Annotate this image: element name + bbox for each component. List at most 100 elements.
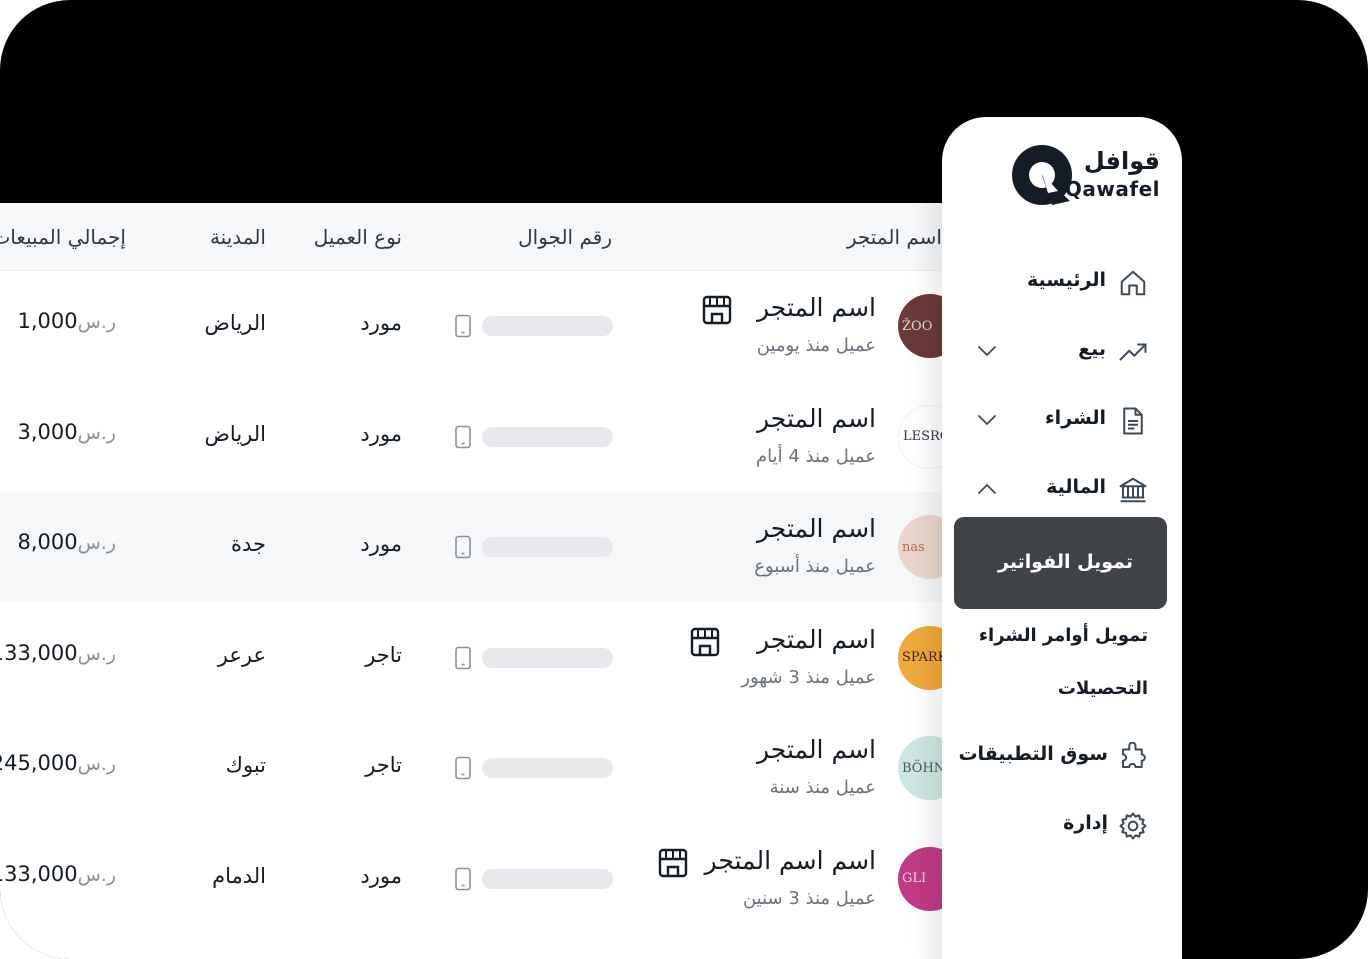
- phone-icon: [455, 314, 471, 338]
- store-logo-text: nas: [902, 539, 925, 555]
- trending-up-icon: [1119, 343, 1147, 361]
- city: جدة: [230, 532, 266, 556]
- currency-label: ر.س: [77, 311, 116, 333]
- device-frame: اسم المتجر رقم الجوال نوع العميل المدينة…: [0, 0, 1368, 959]
- currency-label: ر.س: [77, 863, 116, 886]
- sidebar-item-label: المالية: [1046, 476, 1106, 498]
- chevron-down-icon[interactable]: [976, 342, 998, 360]
- customer-type: مورد: [360, 532, 402, 556]
- phone-icon: [455, 646, 471, 669]
- total-sales-value: 3,000: [17, 419, 78, 444]
- city: الرياض: [204, 311, 266, 335]
- header-total-sales[interactable]: إجمالي المبيعات: [0, 225, 126, 249]
- store-name[interactable]: اسم المتجر: [757, 514, 876, 543]
- customer-type: تاجر: [365, 753, 402, 777]
- table-header: اسم المتجر رقم الجوال نوع العميل المدينة…: [0, 203, 960, 271]
- sidebar-item-app-market[interactable]: سوق التطبيقات: [942, 734, 1182, 778]
- submenu-po-financing[interactable]: تمويل أوامر الشراء: [979, 625, 1148, 646]
- header-phone[interactable]: رقم الجوال: [518, 225, 612, 249]
- store-name[interactable]: اسم المتجر: [757, 625, 876, 654]
- total-sales-value: 8,000: [17, 530, 78, 554]
- customer-since: عميل منذ 4 أيام: [755, 445, 876, 467]
- sidebar-item-label: الشراء: [1044, 407, 1106, 429]
- phone-number-placeholder: [482, 537, 613, 557]
- table-row[interactable]: nas اسم المتجر عميل منذ أسبوع مورد جدة ر…: [0, 492, 960, 602]
- shop-icon: [690, 627, 720, 656]
- sidebar-item-sell[interactable]: بيع: [942, 329, 1182, 373]
- city: الدمام: [212, 863, 266, 888]
- sidebar-item-finance[interactable]: المالية: [942, 467, 1182, 511]
- table-row[interactable]: ŽOO اسم المتجر عميل منذ يومين مورد الريا…: [0, 271, 960, 381]
- store-name[interactable]: اسم اسم المتجر: [705, 846, 876, 875]
- chevron-up-icon[interactable]: [976, 480, 998, 498]
- phone-icon: [455, 425, 471, 448]
- total-sales: ر.س1,000: [17, 309, 126, 333]
- table-row[interactable]: SPARKL اسم المتجر عميل منذ 3 شهور تاجر ع…: [0, 603, 960, 713]
- customer-since: عميل منذ 3 سنين: [742, 887, 876, 909]
- store-name[interactable]: اسم المتجر: [757, 735, 876, 764]
- gear-icon: [1119, 812, 1147, 840]
- logo-text-english: Qawafel: [1064, 177, 1160, 201]
- submenu-label: تمويل الفواتير: [998, 551, 1133, 573]
- currency-label: ر.س: [77, 753, 116, 775]
- logo-text-arabic: قوافل: [1083, 147, 1160, 175]
- store-name[interactable]: اسم المتجر: [757, 293, 876, 322]
- puzzle-icon: [1122, 742, 1146, 768]
- qawafel-logo[interactable]: قوافل Qawafel: [1012, 143, 1172, 209]
- table-row[interactable]: BÖHNE اسم المتجر عميل منذ سنة تاجر تبوك …: [0, 713, 960, 823]
- customer-since: عميل منذ 3 شهور: [741, 666, 876, 688]
- city: تبوك: [225, 753, 266, 777]
- phone-number-placeholder: [482, 647, 613, 668]
- phone-number-placeholder: [482, 426, 613, 447]
- customer-type: مورد: [360, 863, 402, 888]
- phone-number-placeholder: [482, 758, 613, 778]
- document-icon: [1123, 407, 1143, 435]
- sidebar-item-home[interactable]: الرئيسية: [942, 260, 1182, 304]
- shop-icon: [658, 848, 688, 877]
- sidebar: قوافل Qawafel الرئيسية بيع الشراء المالي…: [942, 117, 1182, 959]
- customer-type: مورد: [360, 311, 402, 335]
- store-name[interactable]: اسم المتجر: [757, 404, 876, 433]
- total-sales-value: 133,000: [0, 861, 78, 886]
- customer-since: عميل منذ يومين: [756, 335, 876, 356]
- total-sales: ر.س3,000: [17, 420, 126, 444]
- total-sales-value: 1,000: [17, 309, 78, 333]
- phone-icon: [455, 535, 471, 559]
- header-city[interactable]: المدينة: [210, 225, 266, 249]
- total-sales: ر.س133,000: [0, 862, 126, 886]
- phone-number-placeholder: [482, 316, 613, 336]
- table-row[interactable]: GLI اسم اسم المتجر عميل منذ 3 سنين مورد …: [0, 824, 960, 934]
- sidebar-item-admin[interactable]: إدارة: [942, 803, 1182, 847]
- phone-icon: [455, 756, 471, 780]
- customer-type: مورد: [360, 421, 402, 446]
- total-sales-value: 245,000: [0, 751, 78, 775]
- sidebar-item-label: سوق التطبيقات: [958, 743, 1108, 765]
- total-sales-value: 133,000: [0, 640, 78, 665]
- total-sales: ر.س245,000: [0, 751, 126, 775]
- bank-icon: [1119, 477, 1147, 503]
- currency-label: ر.س: [77, 421, 116, 444]
- store-logo-text: GLI: [902, 871, 927, 886]
- total-sales: ر.س133,000: [0, 641, 126, 665]
- sidebar-item-purchase[interactable]: الشراء: [942, 398, 1182, 442]
- store-logo-text: ŽOO: [902, 318, 933, 334]
- currency-label: ر.س: [77, 532, 116, 554]
- submenu-collections[interactable]: التحصيلات: [1058, 678, 1148, 699]
- customer-type: تاجر: [365, 642, 402, 667]
- customer-since: عميل منذ سنة: [769, 777, 876, 798]
- sidebar-item-label: بيع: [1078, 338, 1106, 360]
- shop-icon: [702, 295, 732, 325]
- city: عرعر: [217, 642, 266, 667]
- table-row[interactable]: LESRO اسم المتجر عميل منذ 4 أيام مورد ال…: [0, 382, 960, 492]
- header-store-name[interactable]: اسم المتجر: [847, 225, 942, 249]
- currency-label: ر.س: [77, 642, 116, 665]
- home-icon: [1120, 270, 1146, 296]
- submenu-invoice-financing[interactable]: تمويل الفواتير: [954, 517, 1167, 609]
- phone-number-placeholder: [482, 868, 613, 889]
- phone-icon: [455, 867, 471, 890]
- header-customer-type[interactable]: نوع العميل: [314, 225, 402, 249]
- customer-since: عميل منذ أسبوع: [754, 556, 876, 577]
- sidebar-item-label: إدارة: [1063, 812, 1108, 834]
- city: الرياض: [204, 421, 266, 446]
- chevron-down-icon[interactable]: [976, 411, 998, 429]
